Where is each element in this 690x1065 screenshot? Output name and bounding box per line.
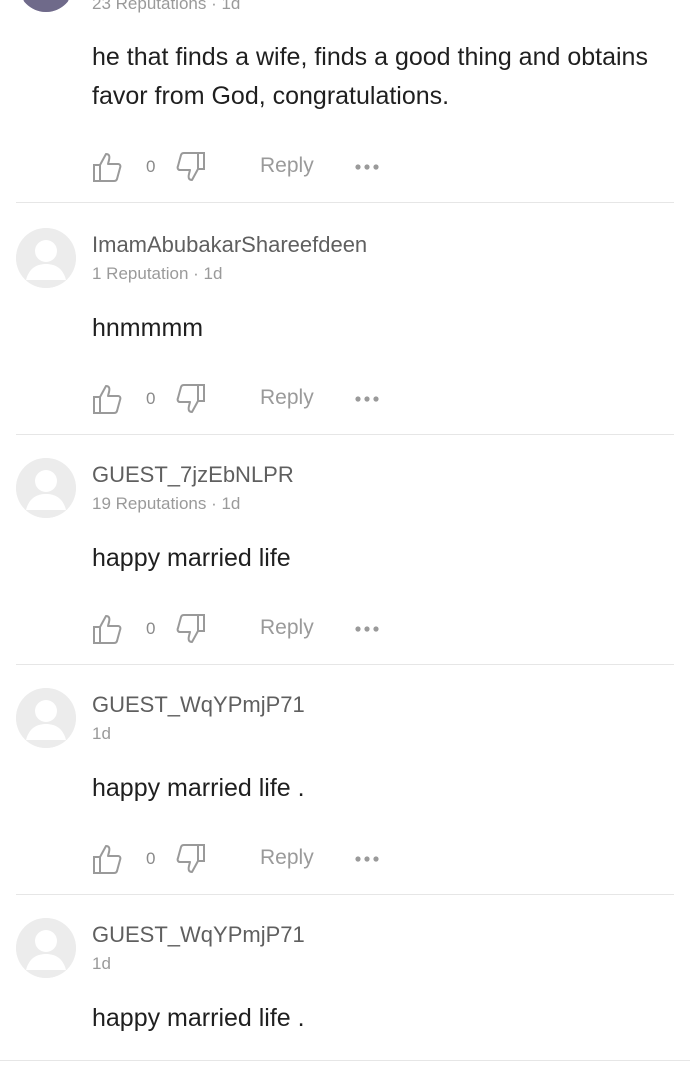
comment-actions: 0 Reply [92,613,412,647]
thumbs-down-icon[interactable] [176,843,206,875]
default-user-avatar[interactable] [16,918,76,978]
comment-divider [16,894,674,895]
default-user-avatar[interactable] [16,228,76,288]
comment-username[interactable]: ImamAbubakarShareefdeen [92,232,367,258]
comment-divider [0,1060,690,1061]
thumbs-down-icon[interactable] [176,151,206,183]
comment-actions: 0 Reply [92,843,412,877]
comment-text: happy married life [92,544,291,572]
more-dots-icon[interactable] [354,393,380,405]
reply-button[interactable]: Reply [260,846,314,870]
thumbs-up-icon[interactable] [92,843,122,875]
thumbs-up-icon[interactable] [92,613,122,645]
user-photo-avatar[interactable] [18,0,74,12]
comment-text: happy married life . [92,774,305,802]
comment-text: hnmmmm [92,314,204,342]
reply-button[interactable]: Reply [260,616,314,640]
comment-feed: 23 Reputations · 1d he that finds a wife… [0,0,690,1065]
comment-divider [16,202,674,203]
comment-username[interactable]: GUEST_WqYPmjP71 [92,922,305,948]
reply-button[interactable]: Reply [260,386,314,410]
more-dots-icon[interactable] [354,853,380,865]
thumbs-down-icon[interactable] [176,613,206,645]
comment-meta: 1 Reputation · 1d [92,264,223,283]
default-user-avatar[interactable] [16,458,76,518]
more-dots-icon[interactable] [354,623,380,635]
more-dots-icon[interactable] [354,161,380,173]
comment-meta: 1d [92,954,111,973]
comment-actions: 0 Reply [92,151,412,185]
reply-button[interactable]: Reply [260,154,314,178]
comment-divider [16,434,674,435]
like-count: 0 [146,619,156,638]
comment-meta: 1d [92,724,111,743]
comment-username[interactable]: GUEST_7jzEbNLPR [92,462,294,488]
comment-text: happy married life . [92,1004,305,1032]
comment-text: he that finds a wife, finds a good thing… [92,43,648,110]
like-count: 0 [146,157,156,176]
thumbs-up-icon[interactable] [92,383,122,415]
comment-username[interactable]: GUEST_WqYPmjP71 [92,692,305,718]
comment-meta: 19 Reputations · 1d [92,494,241,513]
thumbs-up-icon[interactable] [92,151,122,183]
comment-divider [16,664,674,665]
comment-actions: 0 Reply [92,383,412,417]
like-count: 0 [146,849,156,868]
like-count: 0 [146,389,156,408]
thumbs-down-icon[interactable] [176,383,206,415]
comment-meta: 23 Reputations · 1d [92,0,241,13]
default-user-avatar[interactable] [16,688,76,748]
